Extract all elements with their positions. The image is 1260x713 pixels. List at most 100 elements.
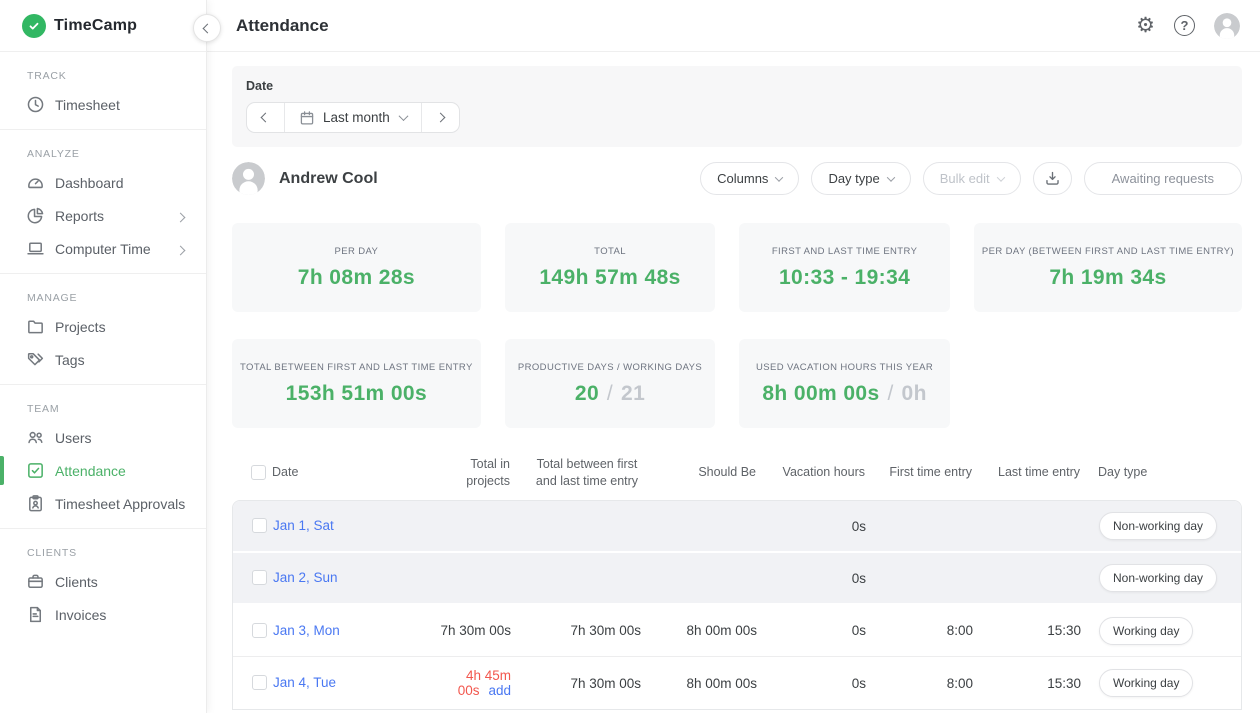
day-type-pill[interactable]: Working day bbox=[1099, 617, 1193, 645]
chevron-right-icon bbox=[177, 208, 184, 224]
awaiting-requests-button[interactable]: Awaiting requests bbox=[1084, 162, 1242, 195]
checkbox-check-icon bbox=[26, 461, 45, 480]
cell-last-time-entry: 15:30 bbox=[985, 676, 1093, 691]
date-link[interactable]: Jan 4, Tue bbox=[273, 675, 336, 690]
day-type-pill[interactable]: Non-working day bbox=[1099, 512, 1217, 540]
chevron-right-icon bbox=[177, 241, 184, 257]
awaiting-requests-label: Awaiting requests bbox=[1112, 171, 1214, 186]
col-header-date: Date bbox=[272, 464, 412, 480]
sidebar-item-label: Timesheet Approvals bbox=[55, 496, 185, 512]
sidebar-item-timesheet-approvals[interactable]: Timesheet Approvals bbox=[0, 487, 206, 520]
laptop-icon bbox=[26, 239, 45, 258]
invoice-icon bbox=[26, 605, 45, 624]
day-type-pill[interactable]: Non-working day bbox=[1099, 564, 1217, 592]
row-checkbox[interactable] bbox=[252, 675, 267, 690]
cell-total-in-projects: 7h 30m 00s bbox=[413, 623, 523, 638]
sidebar-item-reports[interactable]: Reports bbox=[0, 199, 206, 232]
date-link[interactable]: Jan 2, Sun bbox=[273, 570, 338, 585]
sidebar-item-label: Clients bbox=[55, 574, 98, 590]
logo[interactable]: TimeCamp bbox=[0, 0, 206, 52]
sidebar-section-analyze: ANALYZE Dashboard Reports Computer Time bbox=[0, 130, 206, 274]
stat-value: 149h 57m 48s bbox=[539, 266, 680, 289]
cell-vacation-hours: 0s bbox=[769, 623, 878, 638]
columns-dropdown-button[interactable]: Columns bbox=[700, 162, 799, 195]
add-time-link[interactable]: add bbox=[488, 683, 511, 698]
stat-label: PER DAY (BETWEEN FIRST AND LAST TIME ENT… bbox=[982, 246, 1234, 257]
row-checkbox[interactable] bbox=[252, 570, 267, 585]
sidebar-item-projects[interactable]: Projects bbox=[0, 310, 206, 343]
col-header-last-time-entry: Last time entry bbox=[984, 464, 1092, 480]
attendance-table: Date Total in projects Total between fir… bbox=[232, 454, 1242, 710]
col-header-vacation-hours: Vacation hours bbox=[768, 464, 877, 480]
users-icon bbox=[26, 428, 45, 447]
stat-label: TOTAL BETWEEN FIRST AND LAST TIME ENTRY bbox=[240, 362, 473, 373]
section-title: ANALYZE bbox=[0, 136, 206, 166]
stat-label: PER DAY bbox=[334, 246, 378, 257]
table-row-jan2: Jan 2, Sun 0s Non-working day bbox=[233, 553, 1241, 605]
settings-gear-icon[interactable]: ⚙ bbox=[1136, 15, 1155, 36]
toolbar: Columns Day type Bulk edit Awaiting requ… bbox=[700, 162, 1242, 195]
date-filter-label: Date bbox=[246, 79, 1228, 93]
row-checkbox[interactable] bbox=[252, 623, 267, 638]
sidebar-item-dashboard[interactable]: Dashboard bbox=[0, 166, 206, 199]
sidebar: TimeCamp TRACK Timesheet ANALYZE Dashboa… bbox=[0, 0, 207, 713]
sidebar-section-track: TRACK Timesheet bbox=[0, 52, 206, 130]
sidebar-item-label: Users bbox=[55, 430, 92, 446]
section-title: MANAGE bbox=[0, 280, 206, 310]
sidebar-collapse-button[interactable] bbox=[193, 14, 221, 42]
stat-label: PRODUCTIVE DAYS / WORKING DAYS bbox=[518, 362, 702, 373]
sidebar-item-computer-time[interactable]: Computer Time bbox=[0, 232, 206, 265]
sidebar-item-invoices[interactable]: Invoices bbox=[0, 598, 206, 631]
stat-value: 7h 08m 28s bbox=[298, 266, 415, 289]
top-bar: Attendance ⚙ ? bbox=[207, 0, 1260, 52]
clipboard-person-icon bbox=[26, 494, 45, 513]
export-download-button[interactable] bbox=[1033, 162, 1072, 195]
person-avatar[interactable] bbox=[232, 162, 265, 195]
stat-separator: / bbox=[887, 382, 893, 405]
cell-vacation-hours: 0s bbox=[769, 519, 878, 534]
stat-secondary-value: 21 bbox=[621, 382, 645, 405]
user-avatar[interactable] bbox=[1214, 13, 1240, 39]
stat-card-total-between: TOTAL BETWEEN FIRST AND LAST TIME ENTRY … bbox=[232, 339, 481, 428]
select-all-checkbox[interactable] bbox=[251, 465, 266, 480]
date-filter-panel: Date Last month bbox=[232, 66, 1242, 147]
section-title: CLIENTS bbox=[0, 535, 206, 565]
logo-text: TimeCamp bbox=[54, 17, 137, 35]
date-range-value: Last month bbox=[323, 110, 390, 125]
timecamp-logo-icon bbox=[22, 14, 46, 38]
sidebar-item-clients[interactable]: Clients bbox=[0, 565, 206, 598]
main-area: Attendance ⚙ ? Date Last month bbox=[207, 0, 1260, 713]
table-row-jan4: Jan 4, Tue 4h 45m 00sadd 7h 30m 00s 8h 0… bbox=[233, 657, 1241, 709]
stat-secondary-value: 0h bbox=[902, 382, 927, 405]
cell-vacation-hours: 0s bbox=[769, 571, 878, 586]
date-range-dropdown[interactable]: Last month bbox=[284, 103, 422, 132]
table-row-jan3: Jan 3, Mon 7h 30m 00s 7h 30m 00s 8h 00m … bbox=[233, 605, 1241, 657]
sidebar-item-tags[interactable]: Tags bbox=[0, 343, 206, 376]
person-row: Andrew Cool Columns Day type Bulk edit A… bbox=[232, 162, 1242, 195]
chevron-down-icon bbox=[996, 173, 1004, 181]
cell-should-be: 8h 00m 00s bbox=[653, 676, 769, 691]
prev-period-button[interactable] bbox=[247, 103, 284, 132]
chevron-down-icon bbox=[775, 173, 783, 181]
sidebar-item-label: Invoices bbox=[55, 607, 106, 623]
next-period-button[interactable] bbox=[422, 103, 459, 132]
date-link[interactable]: Jan 3, Mon bbox=[273, 623, 340, 638]
col-header-day-type: Day type bbox=[1092, 464, 1242, 480]
sidebar-section-manage: MANAGE Projects Tags bbox=[0, 274, 206, 385]
row-checkbox[interactable] bbox=[252, 518, 267, 533]
sidebar-item-attendance[interactable]: Attendance bbox=[0, 454, 206, 487]
day-type-pill[interactable]: Working day bbox=[1099, 669, 1193, 697]
day-type-dropdown-button[interactable]: Day type bbox=[811, 162, 910, 195]
table-header-row: Date Total in projects Total between fir… bbox=[232, 454, 1242, 500]
help-icon[interactable]: ? bbox=[1174, 15, 1195, 36]
sidebar-item-label: Tags bbox=[55, 352, 85, 368]
date-link[interactable]: Jan 1, Sat bbox=[273, 518, 334, 533]
sidebar-item-timesheet[interactable]: Timesheet bbox=[0, 88, 206, 121]
tag-icon bbox=[26, 350, 45, 369]
bulk-edit-dropdown-button[interactable]: Bulk edit bbox=[923, 162, 1021, 195]
cell-last-time-entry: 15:30 bbox=[985, 623, 1093, 638]
cell-total-between: 7h 30m 00s bbox=[523, 676, 653, 691]
pie-chart-icon bbox=[26, 206, 45, 225]
columns-label: Columns bbox=[717, 171, 768, 186]
sidebar-item-users[interactable]: Users bbox=[0, 421, 206, 454]
